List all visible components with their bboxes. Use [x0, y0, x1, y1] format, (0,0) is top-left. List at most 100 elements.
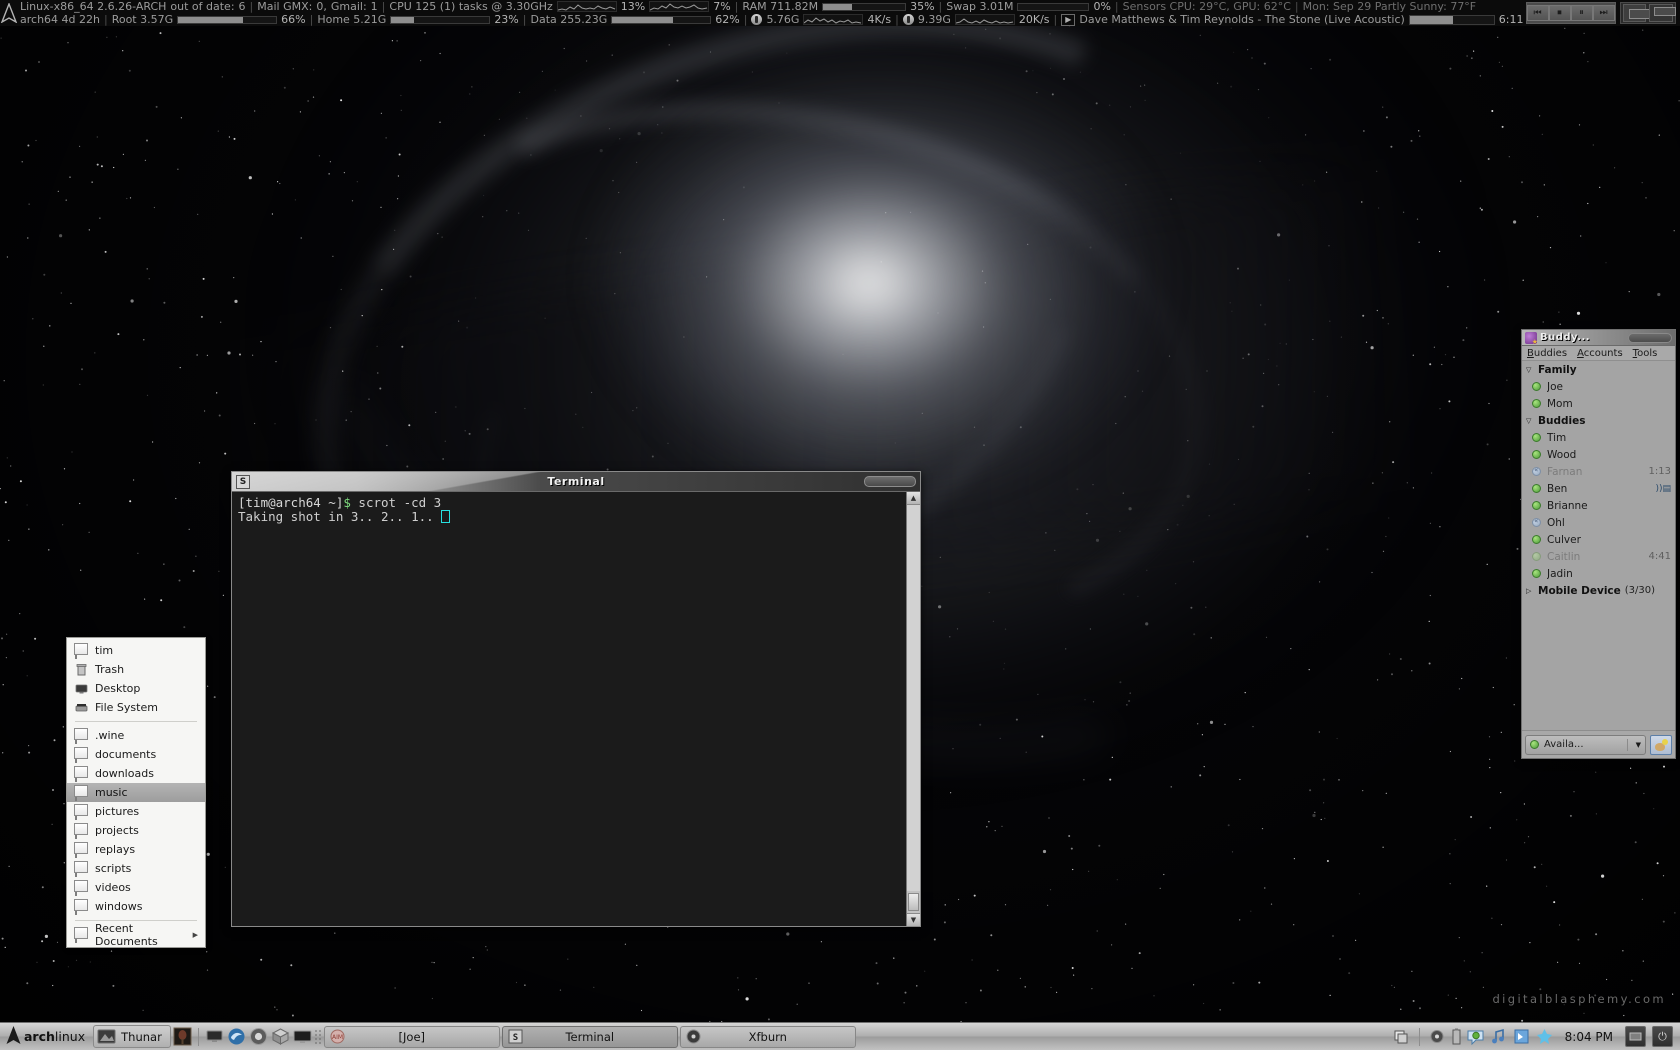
audacious-tray-icon[interactable] [1490, 1028, 1507, 1045]
buddy-name: Ben [1547, 482, 1568, 495]
menu-item-pictures[interactable]: pictures [67, 802, 205, 821]
menu-item-home[interactable]: tim [67, 641, 205, 660]
clock[interactable]: 8:04 PM [1559, 1030, 1619, 1044]
menu-item-trash[interactable]: Trash [67, 660, 205, 679]
thunar-launcher-button[interactable]: Thunar [93, 1025, 171, 1048]
scroll-thumb[interactable] [908, 893, 919, 911]
buddy-item[interactable]: Ben ))▤ [1522, 480, 1675, 497]
trash-icon [75, 663, 88, 676]
workspace-2[interactable] [1649, 4, 1677, 22]
home-folder-icon [75, 644, 88, 659]
window-list-icon[interactable] [1393, 1028, 1410, 1045]
menu-item-music[interactable]: music [67, 783, 205, 802]
terminal-screen[interactable]: [tim@arch64 ~]$ scrot -cd 3 Taking shot … [232, 492, 906, 926]
menu-item-windows[interactable]: windows [67, 897, 205, 916]
menu-item-documents[interactable]: documents [67, 745, 205, 764]
places-menu[interactable]: tim Trash Desktop File System .wine docu… [66, 637, 206, 948]
expander-icon[interactable]: ▽ [1526, 417, 1534, 425]
workspace-pager[interactable] [1619, 2, 1677, 24]
terminal-window[interactable]: S Terminal [tim@arch64 ~]$ scrot -cd 3 T… [231, 471, 921, 927]
wine-icon[interactable] [173, 1027, 192, 1046]
buddy-item[interactable]: Tim [1522, 429, 1675, 446]
next-track-button[interactable]: ⏭ [1592, 5, 1615, 21]
battery-icon[interactable] [1452, 1028, 1461, 1045]
menu-item-label: Recent Documents [95, 921, 158, 948]
sep-12: | [1053, 13, 1058, 26]
monitor-icon[interactable] [205, 1027, 224, 1046]
power-button[interactable]: ⏻ [1652, 1026, 1673, 1047]
download-rate: 20K/s [1018, 13, 1050, 26]
quick-launchers[interactable] [173, 1025, 322, 1049]
buddy-list-status-bar[interactable]: Availa... ▼ [1522, 730, 1675, 758]
menu-accounts[interactable]: Accounts [1577, 348, 1623, 359]
buddy-group-family[interactable]: ▽ Family [1522, 361, 1675, 378]
show-desktop-button[interactable] [1625, 1026, 1646, 1047]
buddy-item[interactable]: Ohl [1522, 514, 1675, 531]
buddy-item[interactable]: Brianne [1522, 497, 1675, 514]
gimp-tray-icon[interactable] [1536, 1028, 1553, 1045]
buddy-item[interactable]: Caitlin 4:41 [1522, 548, 1675, 565]
buddy-group-mobile-device[interactable]: ▷ Mobile Device (3/30) [1522, 582, 1675, 599]
display-icon[interactable] [293, 1027, 312, 1046]
buddy-list-menubar[interactable]: Buddies Accounts Tools [1522, 346, 1675, 361]
buddy-item[interactable]: Jadin [1522, 565, 1675, 582]
start-menu-button[interactable]: archlinux [3, 1025, 91, 1049]
previous-track-button[interactable]: ⏮ [1526, 5, 1549, 21]
terminal-titlebar[interactable]: S Terminal [232, 472, 920, 492]
buddy-item[interactable]: Farnan 1:13 [1522, 463, 1675, 480]
launcher-separator [197, 1027, 199, 1046]
taskbar[interactable]: archlinux Thunar AIM [Joe] S Terminal Xf… [0, 1022, 1680, 1050]
folder-icon [75, 881, 88, 896]
panel-handle[interactable] [314, 1027, 322, 1047]
menu-item-projects[interactable]: projects [67, 821, 205, 840]
buddy-list-window[interactable]: Buddy... Buddies Accounts Tools ▽ Family… [1521, 329, 1676, 759]
menu-item-desktop[interactable]: Desktop [67, 679, 205, 698]
buddy-icon-button[interactable] [1650, 734, 1672, 755]
buddy-group-buddies[interactable]: ▽ Buddies [1522, 412, 1675, 429]
system-tray[interactable]: 8:04 PM ⏻ [1393, 1026, 1677, 1047]
menu-item-videos[interactable]: videos [67, 878, 205, 897]
menu-item-replays[interactable]: replays [67, 840, 205, 859]
scroll-up-arrow[interactable]: ▲ [907, 492, 920, 505]
buddy-list-body[interactable]: ▽ Family Joe Mom ▽ Buddies Tim Wood F [1522, 361, 1675, 730]
menu-item-downloads[interactable]: downloads [67, 764, 205, 783]
menu-tools[interactable]: Tools [1633, 348, 1658, 359]
buddy-item[interactable]: Joe [1522, 378, 1675, 395]
media-control-panel[interactable]: ⏮ ⏹ ⏸ ⏭ [1525, 2, 1616, 24]
scroll-down-arrow[interactable]: ▼ [907, 913, 920, 926]
ram-percent: 35% [910, 0, 935, 13]
stop-button[interactable]: ⏹ [1548, 5, 1571, 21]
menu-buddies[interactable]: Buddies [1527, 348, 1567, 359]
task-button-xfburn[interactable]: Xfburn [679, 1025, 856, 1048]
terminal-minimize-button[interactable] [864, 476, 916, 487]
buddy-item[interactable]: Culver [1522, 531, 1675, 548]
recent-icon [75, 928, 88, 943]
buddy-item[interactable]: Wood [1522, 446, 1675, 463]
pidgin-tray-icon[interactable] [1467, 1028, 1484, 1046]
menu-item-wine[interactable]: .wine [67, 726, 205, 745]
expander-icon[interactable]: ▽ [1526, 366, 1534, 374]
sep-6: | [1294, 0, 1299, 13]
terminal-scrollbar[interactable]: ▲ ▼ [906, 492, 920, 926]
buddy-item[interactable]: Mom [1522, 395, 1675, 412]
menu-item-recent-documents[interactable]: Recent Documents ▶ [67, 922, 205, 948]
scroll-track[interactable] [907, 505, 920, 891]
chromium-icon[interactable] [249, 1027, 268, 1046]
buddy-list-minimize-button[interactable] [1628, 333, 1672, 343]
task-button-joe[interactable]: AIM [Joe] [323, 1025, 500, 1048]
cube-icon[interactable] [271, 1027, 290, 1046]
menu-item-scripts[interactable]: scripts [67, 859, 205, 878]
sep-5: | [1114, 0, 1119, 13]
expander-icon[interactable]: ▷ [1526, 587, 1534, 595]
workspace-1[interactable] [1622, 4, 1655, 22]
menu-item-filesystem[interactable]: File System [67, 698, 205, 717]
pause-button[interactable]: ⏸ [1570, 5, 1593, 21]
task-button-terminal[interactable]: S Terminal [501, 1025, 678, 1048]
volume-icon[interactable] [1429, 1028, 1446, 1045]
firefox-icon[interactable] [227, 1027, 246, 1046]
clipboard-icon[interactable] [1513, 1028, 1530, 1045]
status-selector-button[interactable]: Availa... ▼ [1525, 734, 1646, 755]
buddy-list-titlebar[interactable]: Buddy... [1522, 330, 1675, 346]
chevron-down-icon[interactable]: ▼ [1633, 741, 1641, 749]
buddy-name: Tim [1547, 431, 1567, 444]
